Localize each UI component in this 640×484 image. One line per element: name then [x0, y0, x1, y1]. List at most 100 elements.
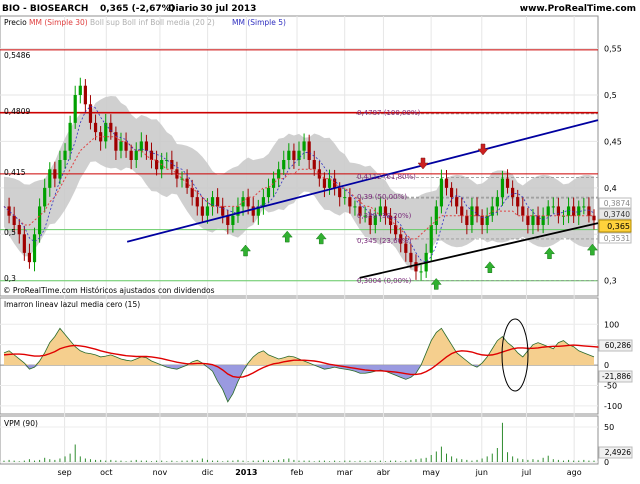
candle-body — [63, 150, 67, 160]
candle-body — [271, 178, 276, 188]
candle-body — [444, 178, 449, 188]
candle-body — [485, 215, 489, 225]
candle-body — [27, 252, 32, 263]
chart-period: Diario — [168, 4, 198, 14]
candle-body — [282, 160, 286, 170]
candle-body — [434, 206, 438, 225]
candle-body — [48, 169, 52, 188]
candle-body — [536, 215, 540, 225]
candle-body — [312, 160, 316, 170]
x-tick-label: ago — [567, 468, 582, 477]
candle-body — [521, 206, 525, 216]
candle-body — [353, 206, 357, 208]
candle-body — [129, 150, 133, 160]
vpm-box-text: 2,4926 — [605, 448, 631, 457]
fib-label-100: 0,4797 (100,00%) — [357, 109, 421, 117]
vpm-y-tick-label: 0 — [604, 458, 609, 467]
macd-box-pos-text: 60,286 — [605, 341, 631, 350]
candle-body — [465, 215, 469, 225]
candle-body — [93, 122, 98, 133]
candle-body — [114, 132, 118, 151]
candle-body — [216, 197, 220, 207]
price-legend-label: Precio — [4, 18, 27, 27]
candle-body — [38, 206, 42, 235]
candle-body — [526, 215, 530, 225]
candle-body — [205, 206, 210, 216]
candle-body — [439, 178, 444, 207]
candle-body — [53, 169, 57, 179]
candle-body — [277, 169, 281, 179]
x-tick-label: jun — [475, 468, 488, 477]
candle-body — [287, 150, 291, 160]
candle-body — [531, 215, 535, 225]
candle-body — [587, 206, 591, 216]
macd-y-tick-label: -50 — [604, 382, 617, 391]
x-tick-label: nov — [153, 468, 168, 477]
x-tick-label: oct — [100, 468, 112, 477]
candle-body — [134, 150, 138, 160]
candle-body — [592, 215, 596, 221]
candle-body — [7, 206, 11, 216]
candle-body — [516, 197, 520, 207]
candle-body — [556, 206, 560, 216]
stock-chart: BIO - BIOSEARCH 0,365 (-2,67%) Diario 30… — [0, 0, 640, 480]
vpm-panel — [0, 415, 599, 465]
price-footer: © ProRealTime.com Históricos ajustados c… — [3, 286, 215, 295]
candle-body — [210, 197, 215, 207]
x-tick-label: mar — [337, 468, 354, 477]
vpm-y-tick-label: 50 — [604, 423, 614, 432]
candle-body — [266, 187, 271, 198]
candle-body — [58, 160, 62, 179]
macd-y-tick-label: 0 — [604, 361, 609, 370]
candle-body — [144, 141, 149, 151]
candle-body — [500, 178, 505, 198]
macd-box-neg-text: -21,886 — [602, 372, 631, 381]
candle-body — [17, 225, 21, 235]
candle-body — [449, 187, 454, 198]
chart-quote: 0,365 (-2,67%) — [100, 4, 175, 14]
candle-body — [460, 206, 464, 216]
price-y-tick-label: 0,55 — [604, 45, 622, 54]
x-tick-label: sep — [57, 468, 71, 477]
candle-body — [124, 141, 128, 151]
candle-body — [551, 206, 555, 208]
candle-body — [566, 206, 571, 216]
fib-label-618: 0,4112 (61,80%) — [357, 173, 416, 181]
chart-canvas: BIO - BIOSEARCH 0,365 (-2,67%) Diario 30… — [0, 4, 636, 477]
candle-body — [236, 206, 240, 216]
candle-body — [317, 169, 321, 179]
fib-label-382: 0,389 (38,20%) — [357, 212, 412, 220]
price-legend-bollinger: Boll sup Boll inf Boll media (20 2) — [90, 18, 215, 27]
candle-body — [200, 206, 204, 216]
candle-body — [348, 197, 352, 207]
candle-body — [32, 234, 37, 263]
candle-body — [302, 141, 306, 151]
candle-body — [221, 206, 225, 216]
x-tick-label: dic — [202, 468, 214, 477]
candle-body — [226, 215, 230, 225]
candle-body — [338, 187, 342, 198]
candle-body — [104, 122, 108, 142]
candle-body — [231, 215, 235, 225]
level-label-4: 0,3 — [4, 274, 16, 283]
price-y-tick-label: 0,5 — [604, 91, 617, 100]
candle-body — [541, 215, 545, 225]
candle-body — [22, 234, 26, 253]
candle-body — [429, 225, 433, 253]
candle-body — [343, 197, 347, 199]
candle-body — [455, 197, 459, 207]
candle-body — [195, 197, 199, 207]
price-y-tick-label: 0,3 — [604, 277, 617, 286]
candle-body — [43, 187, 47, 207]
price-legend-mm30: MM (Simple 30) — [29, 18, 88, 27]
fib-label-236: 0,345 (23,60%) — [357, 237, 412, 245]
current-price-text: 0,365 — [607, 222, 630, 231]
site-link[interactable]: www.ProRealTime.com — [520, 4, 636, 14]
value-box-1-text: 0,3874 — [604, 199, 630, 208]
candle-body — [297, 150, 301, 160]
candle-body — [475, 206, 479, 216]
candle-body — [83, 85, 87, 105]
candle-body — [88, 104, 93, 123]
price-y-tick-label: 0,45 — [604, 137, 622, 146]
candle-body — [495, 197, 499, 207]
